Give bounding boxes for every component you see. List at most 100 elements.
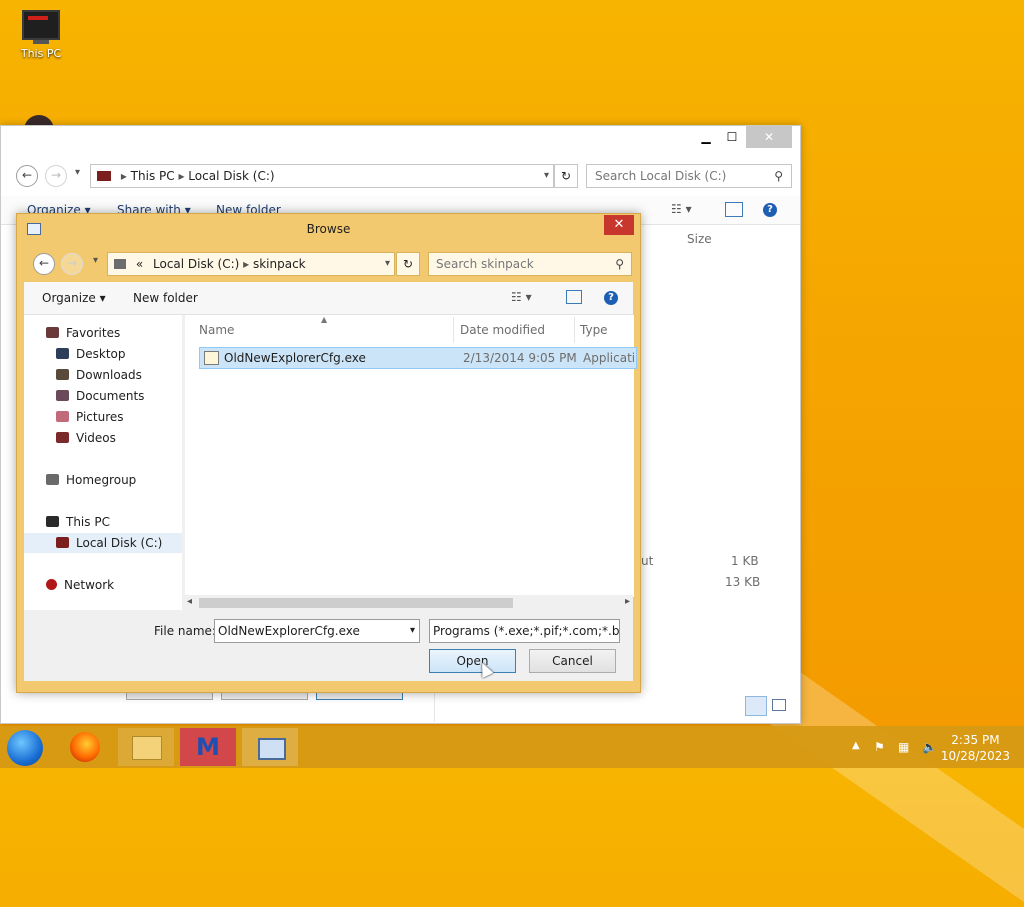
file-name-label: File name: [154, 624, 216, 638]
explorer-titlebar[interactable]: ▁ ☐ ✕ [1, 126, 800, 152]
tree-label: This PC [66, 515, 110, 529]
drive-icon [56, 537, 69, 548]
new-folder-button[interactable]: New folder [133, 291, 198, 305]
back-button[interactable]: ← [33, 253, 55, 275]
file-name-input[interactable]: OldNewExplorerCfg.exe ▾ [214, 619, 420, 643]
explorer-nav-row: ← → ▾ ▸ This PC ▸ Local Disk (C:) ▾ ↻ Se… [1, 162, 800, 190]
tree-label: Downloads [76, 368, 142, 382]
tree-item-network[interactable]: Network [46, 575, 114, 595]
sort-ascending-icon: ▲ [321, 315, 328, 324]
column-divider[interactable] [574, 317, 575, 343]
large-icons-view-button[interactable] [772, 699, 786, 711]
refresh-button[interactable]: ↻ [554, 164, 578, 188]
view-options-icon[interactable]: ☷ ▾ [671, 202, 692, 216]
tree-label: Desktop [76, 347, 126, 361]
application-icon [204, 351, 219, 365]
search-input[interactable]: Search Local Disk (C:) ⚲ [586, 164, 792, 188]
details-view-button[interactable] [745, 696, 767, 716]
breadcrumb-skinpack[interactable]: skinpack [253, 257, 306, 271]
breadcrumb-overflow[interactable]: « [136, 257, 143, 271]
help-icon[interactable]: ? [604, 291, 618, 305]
dialog-close-button[interactable]: ✕ [604, 215, 634, 235]
organize-menu[interactable]: Organize ▾ [42, 291, 106, 305]
tree-item-documents[interactable]: Documents [56, 386, 144, 406]
file-list: Name ▲ Date modified Type OldNewExplorer… [184, 315, 637, 597]
chevron-down-icon[interactable]: ▾ [544, 165, 549, 187]
tree-item-desktop[interactable]: Desktop [56, 344, 126, 364]
scrollbar-thumb[interactable] [199, 598, 513, 608]
dialog-app-taskbar-button[interactable] [242, 728, 298, 766]
scroll-left-icon[interactable]: ◂ [187, 596, 192, 607]
tree-label: Documents [76, 389, 145, 403]
horizontal-scrollbar[interactable]: ◂ ▸ [184, 595, 633, 611]
open-button[interactable]: Open [429, 649, 516, 673]
chevron-down-icon[interactable]: ▾ [385, 253, 390, 275]
firefox-taskbar-button[interactable] [58, 728, 114, 766]
breadcrumb-local-disk[interactable]: Local Disk (C:) [188, 169, 274, 183]
tree-item-homegroup[interactable]: Homegroup [46, 470, 136, 490]
help-icon[interactable]: ? [763, 203, 777, 217]
forward-button[interactable]: → [45, 165, 67, 187]
taskbar-clock[interactable]: 2:35 PM 10/28/2023 [941, 732, 1010, 764]
minimize-button[interactable]: ▁ [693, 126, 719, 148]
back-button[interactable]: ← [16, 165, 38, 187]
monitor-stand [33, 40, 49, 44]
preview-pane-icon[interactable] [566, 290, 582, 304]
search-input[interactable]: Search skinpack ⚲ [428, 252, 632, 276]
tree-label: Homegroup [66, 473, 137, 487]
show-hidden-icons-button[interactable]: ▲ [852, 740, 860, 751]
dialog-nav-row: ← → ▾ « Local Disk (C:) ▸ skinpack ▾ ↻ S… [25, 250, 632, 276]
column-divider[interactable] [453, 317, 454, 343]
dialog-body: Organize ▾ New folder ☷ ▾ ? Favorites De… [24, 282, 637, 681]
pictures-icon [56, 411, 69, 422]
cancel-button[interactable]: Cancel [529, 649, 616, 673]
star-icon [46, 327, 59, 338]
volume-icon[interactable]: 🔈 [922, 740, 937, 754]
computer-icon [22, 10, 60, 40]
breadcrumb-this-pc[interactable]: This PC [131, 169, 175, 183]
search-icon[interactable]: ⚲ [774, 165, 783, 187]
preview-pane-icon[interactable] [725, 202, 743, 217]
folder-icon [132, 736, 162, 760]
tree-item-favorites[interactable]: Favorites [46, 323, 120, 343]
start-button[interactable] [7, 730, 43, 766]
malwarebytes-taskbar-button[interactable]: M [180, 728, 236, 766]
address-bar[interactable]: « Local Disk (C:) ▸ skinpack ▾ [107, 252, 395, 276]
tree-item-videos[interactable]: Videos [56, 428, 116, 448]
computer-icon [46, 516, 59, 527]
address-bar[interactable]: ▸ This PC ▸ Local Disk (C:) ▾ [90, 164, 554, 188]
maximize-button[interactable]: ☐ [719, 126, 745, 148]
breadcrumb-local-disk[interactable]: Local Disk (C:) [153, 257, 239, 271]
action-center-flag-icon[interactable]: ⚑ [874, 740, 885, 754]
firefox-icon [70, 732, 100, 762]
network-status-icon[interactable]: ▦ [898, 740, 909, 754]
column-header-name[interactable]: Name [199, 323, 234, 337]
column-header-type[interactable]: Type [580, 323, 608, 337]
network-icon [46, 579, 57, 590]
tree-label: Network [64, 578, 115, 592]
chevron-down-icon[interactable]: ▾ [410, 620, 415, 642]
browse-dialog: Browse ✕ ← → ▾ « Local Disk (C:) ▸ skinp… [16, 213, 641, 693]
search-icon[interactable]: ⚲ [615, 253, 624, 275]
recent-locations-button[interactable]: ▾ [75, 167, 80, 178]
file-type: Application [583, 351, 635, 365]
tree-label: Local Disk (C:) [76, 536, 163, 550]
tree-item-local-disk[interactable]: Local Disk (C:) [24, 533, 182, 553]
tree-item-downloads[interactable]: Downloads [56, 365, 142, 385]
view-options-icon[interactable]: ☷ ▾ [511, 290, 532, 304]
file-type-select[interactable]: Programs (*.exe;*.pif;*.com;*.ba [429, 619, 620, 643]
recent-locations-button[interactable]: ▾ [93, 255, 98, 266]
tree-item-pictures[interactable]: Pictures [56, 407, 124, 427]
close-button[interactable]: ✕ [746, 126, 792, 148]
forward-button[interactable]: → [61, 253, 83, 275]
refresh-button[interactable]: ↻ [396, 252, 420, 276]
tree-item-this-pc[interactable]: This PC [46, 512, 110, 532]
scroll-right-icon[interactable]: ▸ [625, 596, 630, 607]
file-explorer-taskbar-button[interactable] [118, 728, 174, 766]
taskbar: M ▲ ⚑ ▦ 🔈 2:35 PM 10/28/2023 [0, 726, 1024, 768]
column-header-date-modified[interactable]: Date modified [460, 323, 545, 337]
homegroup-icon [46, 474, 59, 485]
column-header-size[interactable]: Size [687, 232, 712, 246]
file-row[interactable]: OldNewExplorerCfg.exe 2/13/2014 9:05 PM … [199, 347, 637, 369]
this-pc-desktop-icon[interactable]: This PC [14, 10, 68, 60]
